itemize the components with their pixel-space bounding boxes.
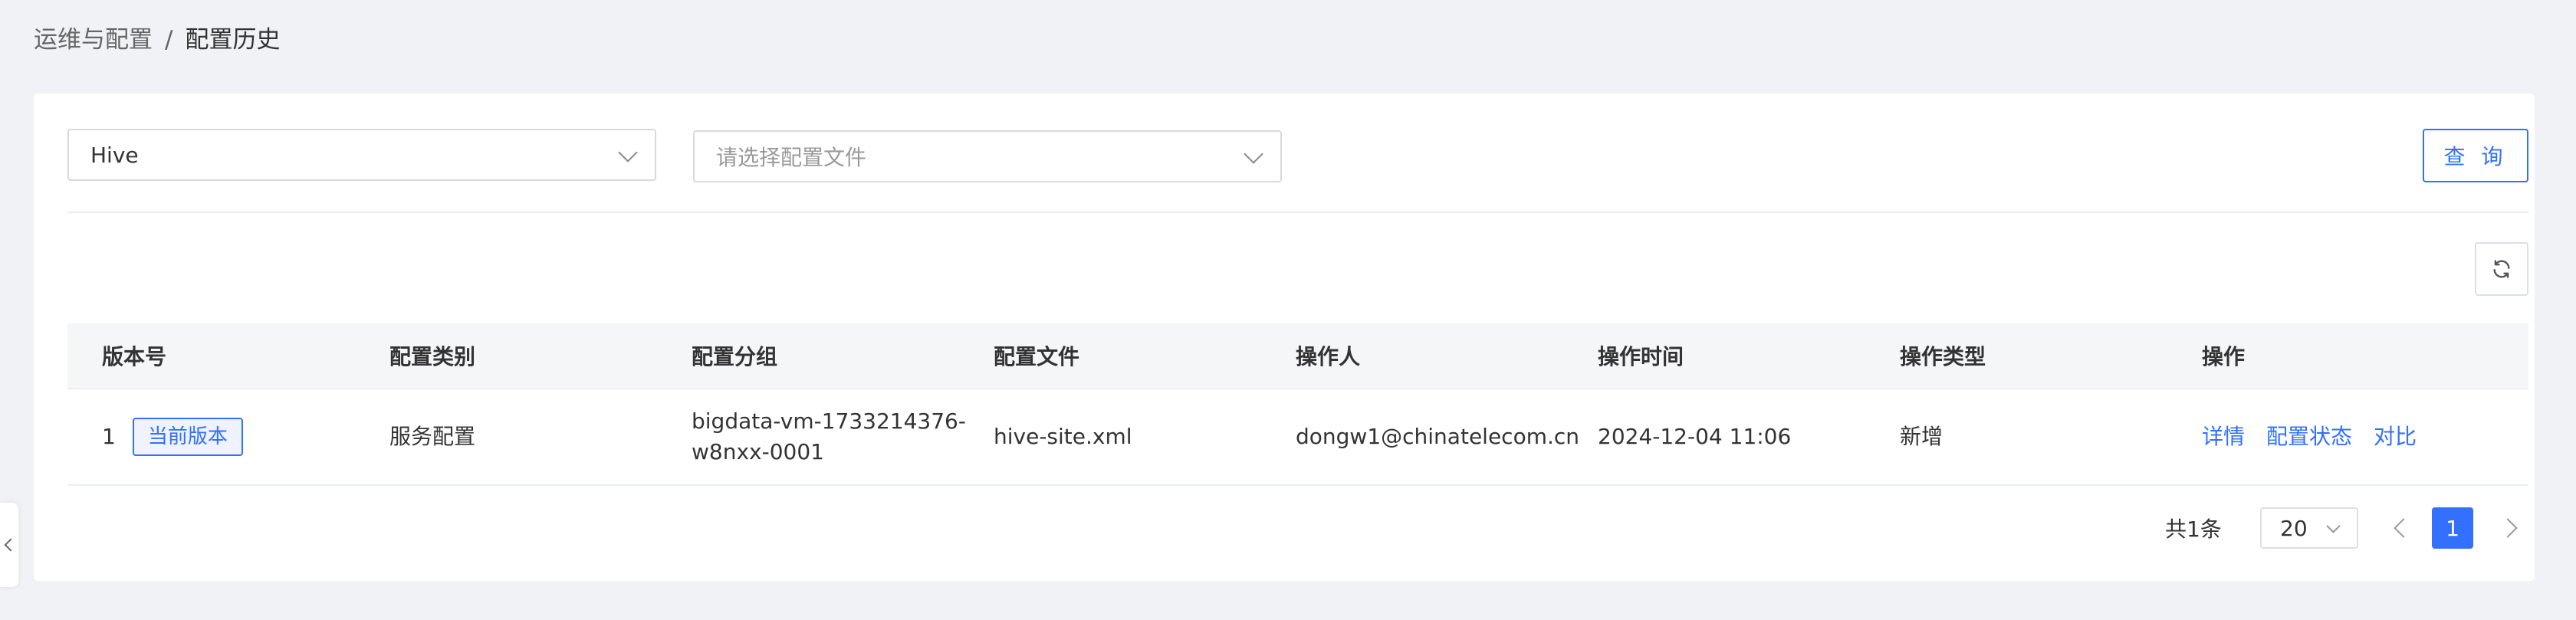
page-size-select-wrap: 20 — [2260, 507, 2358, 549]
service-select-value: Hive — [90, 142, 139, 168]
header-category: 配置类别 — [389, 344, 476, 369]
group-line-2: w8nxx-0001 — [692, 439, 824, 464]
group-cell: bigdata-vm-1733214376- w8nxx-0001 — [692, 406, 966, 467]
compare-link[interactable]: 对比 — [2374, 424, 2417, 449]
file-cell: hive-site.xml — [994, 424, 1132, 449]
chevron-down-icon — [2326, 519, 2341, 533]
header-group: 配置分组 — [692, 344, 778, 369]
service-select[interactable]: Hive — [67, 129, 656, 181]
category-cell: 服务配置 — [389, 424, 476, 449]
table-header: 版本号 配置类别 配置分组 配置文件 操作人 操作时间 操作类型 操作 — [67, 323, 2528, 389]
filter-divider — [67, 212, 2528, 213]
table-row: 1 当前版本 服务配置 bigdata-vm-1733214376- w8nxx… — [67, 389, 2528, 486]
config-history-card: Hive 请选择配置文件 查 询 版本号 配置类别 配置分组 配置文件 操作人 … — [34, 93, 2535, 581]
actions-cell: 详情 配置状态 对比 — [2202, 422, 2438, 452]
sidebar-toggle[interactable] — [0, 503, 18, 587]
pagination-total: 共1条 — [2165, 517, 2222, 542]
breadcrumb-current: 配置历史 — [185, 26, 281, 54]
version-number: 1 — [102, 424, 116, 449]
header-actions: 操作 — [2202, 344, 2246, 369]
config-status-link[interactable]: 配置状态 — [2266, 424, 2352, 449]
chevron-down-icon — [1244, 144, 1263, 164]
group-line-1: bigdata-vm-1733214376- — [692, 408, 966, 434]
current-version-badge: 当前版本 — [132, 418, 243, 456]
header-version: 版本号 — [102, 344, 167, 369]
header-operator: 操作人 — [1296, 344, 1361, 369]
detail-link[interactable]: 详情 — [2202, 424, 2245, 449]
header-file: 配置文件 — [994, 344, 1080, 369]
query-button[interactable]: 查 询 — [2423, 129, 2528, 182]
chevron-down-icon — [618, 143, 638, 162]
refresh-button[interactable] — [2475, 242, 2528, 296]
config-file-select[interactable]: 请选择配置文件 — [693, 130, 1282, 182]
breadcrumb: 运维与配置 / 配置历史 — [34, 23, 280, 57]
version-cell: 1 当前版本 — [102, 418, 243, 456]
page-size-select[interactable]: 20 — [2260, 507, 2358, 549]
page-number-1[interactable]: 1 — [2432, 507, 2473, 549]
time-cell: 2024-12-04 11:06 — [1598, 424, 1792, 449]
chevron-left-icon — [4, 538, 18, 552]
next-page-icon[interactable] — [2498, 518, 2518, 538]
op-type-cell: 新增 — [1900, 424, 1944, 449]
config-file-placeholder: 请选择配置文件 — [716, 145, 867, 170]
operator-cell: dongw1@chinatelecom.cn — [1296, 424, 1580, 449]
refresh-icon — [2493, 260, 2510, 278]
page-size-value: 20 — [2280, 515, 2308, 541]
header-op-type: 操作类型 — [1900, 344, 1986, 369]
next-page-wrap — [2498, 507, 2518, 549]
header-time: 操作时间 — [1598, 344, 1684, 369]
history-table: 版本号 配置类别 配置分组 配置文件 操作人 操作时间 操作类型 操作 1 当前… — [67, 323, 2528, 486]
breadcrumb-parent[interactable]: 运维与配置 — [34, 23, 153, 57]
page-number-wrap: 1 — [2432, 507, 2473, 549]
prev-page-wrap — [2394, 507, 2413, 549]
breadcrumb-separator: / — [165, 26, 173, 54]
prev-page-icon[interactable] — [2394, 518, 2413, 538]
